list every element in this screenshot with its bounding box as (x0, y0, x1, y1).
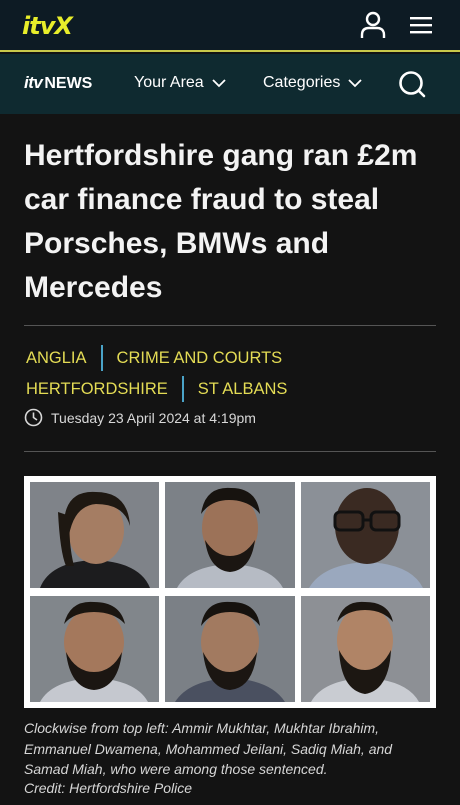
your-area-dropdown[interactable]: Your Area (134, 74, 226, 92)
divider (24, 451, 436, 452)
news-navigation: itv NEWS Your Area Categories (0, 54, 460, 114)
tag-st-albans[interactable]: ST ALBANS (198, 380, 288, 399)
itvx-header: itvX (0, 0, 460, 52)
tag-row: HERTFORDSHIRE ST ALBANS (26, 376, 287, 402)
image-credit: Credit: Hertfordshire Police (24, 780, 193, 796)
search-icon[interactable] (396, 68, 428, 100)
clock-icon (24, 408, 43, 427)
user-icon[interactable] (358, 10, 388, 40)
mugshot-photo (165, 596, 295, 702)
your-area-label: Your Area (134, 74, 204, 91)
date-text: Tuesday 23 April 2024 at 4:19pm (51, 409, 256, 426)
mugshot-photo (301, 596, 430, 702)
tag-separator (100, 345, 103, 371)
chevron-down-icon (212, 78, 226, 87)
divider (24, 325, 436, 326)
itvx-logo[interactable]: itvX (22, 12, 73, 40)
tag-hertfordshire[interactable]: HERTFORDSHIRE (26, 380, 168, 399)
chevron-down-icon (348, 78, 363, 87)
mugshot-photo (30, 596, 159, 702)
mugshots-image (24, 476, 436, 708)
tag-row: ANGLIA CRIME AND COURTS (26, 345, 282, 371)
categories-label: Categories (263, 74, 341, 91)
image-caption: Clockwise from top left: Ammir Mukhtar, … (24, 720, 393, 777)
mugshot-photo (301, 482, 430, 588)
article-headline: Hertfordshire gang ran £2m car finance f… (24, 139, 418, 304)
logo-itv-text: itv (24, 73, 43, 92)
publish-date: Tuesday 23 April 2024 at 4:19pm (24, 408, 256, 427)
tag-crime-and-courts[interactable]: CRIME AND COURTS (117, 349, 283, 368)
itv-news-logo[interactable]: itv NEWS (24, 73, 92, 93)
mugshot-photo (165, 482, 295, 588)
tag-anglia[interactable]: ANGLIA (26, 349, 87, 368)
logo-news-text: NEWS (44, 75, 93, 92)
categories-dropdown[interactable]: Categories (263, 74, 363, 92)
mugshot-photo (30, 482, 159, 588)
tag-separator (181, 376, 184, 402)
hamburger-menu-icon[interactable] (406, 10, 436, 40)
